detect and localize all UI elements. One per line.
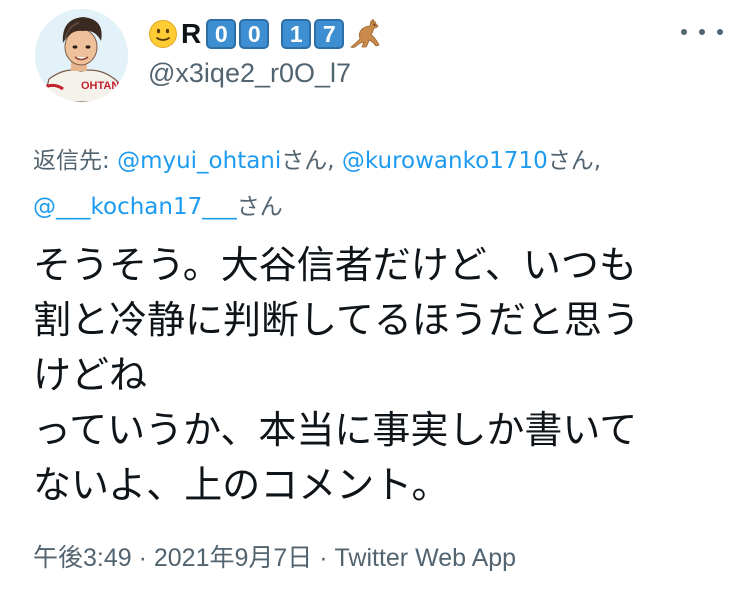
tweet-text-line: けどね (33, 353, 148, 397)
honorific: さん (281, 148, 328, 174)
avatar-illustration: OHTANI (35, 9, 128, 102)
mention-link[interactable]: @___kochan17___ (33, 194, 237, 220)
honorific: さん (547, 148, 594, 174)
keycap-digit: 7 (314, 19, 345, 49)
tweet: OHTANI R 0 0 1 7 @x3iqe2_r0O_l7 返信先: @my… (0, 0, 747, 602)
user-handle[interactable]: @x3iqe2_r0O_l7 (148, 58, 351, 89)
slightly-smiling-face-icon (149, 20, 177, 48)
keycap-digit: 0 (239, 19, 270, 49)
tweet-text: そうそう。大谷信者だけど、いつも 割と冷静に判断してるほうだと思う けどね って… (33, 238, 733, 513)
tweet-text-line: っていうか、本当に事実しか書いて (33, 408, 638, 452)
keycap-digit: 1 (281, 19, 312, 49)
mention-link[interactable]: @myui_ohtani (117, 148, 281, 174)
display-name-letter: R (181, 18, 202, 49)
avatar[interactable]: OHTANI (35, 9, 128, 102)
kangaroo-icon (350, 19, 380, 48)
tweet-text-line: ないよ、上のコメント。 (33, 463, 450, 507)
separator: , (593, 148, 602, 174)
honorific: さん (236, 194, 283, 220)
reply-to: 返信先: @myui_ohtaniさん, @kurowanko1710さん, @_… (33, 138, 723, 230)
keycap-digit: 0 (206, 19, 237, 49)
tweet-text-line: そうそう。大谷信者だけど、いつも (33, 243, 637, 287)
tweet-text-line: 割と冷静に判断してるほうだと思う (33, 298, 640, 342)
separator: , (327, 148, 342, 174)
reply-to-prefix: 返信先: (33, 148, 118, 174)
mention-link[interactable]: @kurowanko1710 (342, 148, 548, 174)
more-options-icon[interactable] (681, 22, 723, 42)
tweet-timestamp[interactable]: 午後3:49 · 2021年9月7日 · Twitter Web App (33, 538, 516, 574)
display-name[interactable]: R 0 0 1 7 (148, 14, 383, 54)
avatar-jersey-text: OHTANI (81, 80, 122, 92)
